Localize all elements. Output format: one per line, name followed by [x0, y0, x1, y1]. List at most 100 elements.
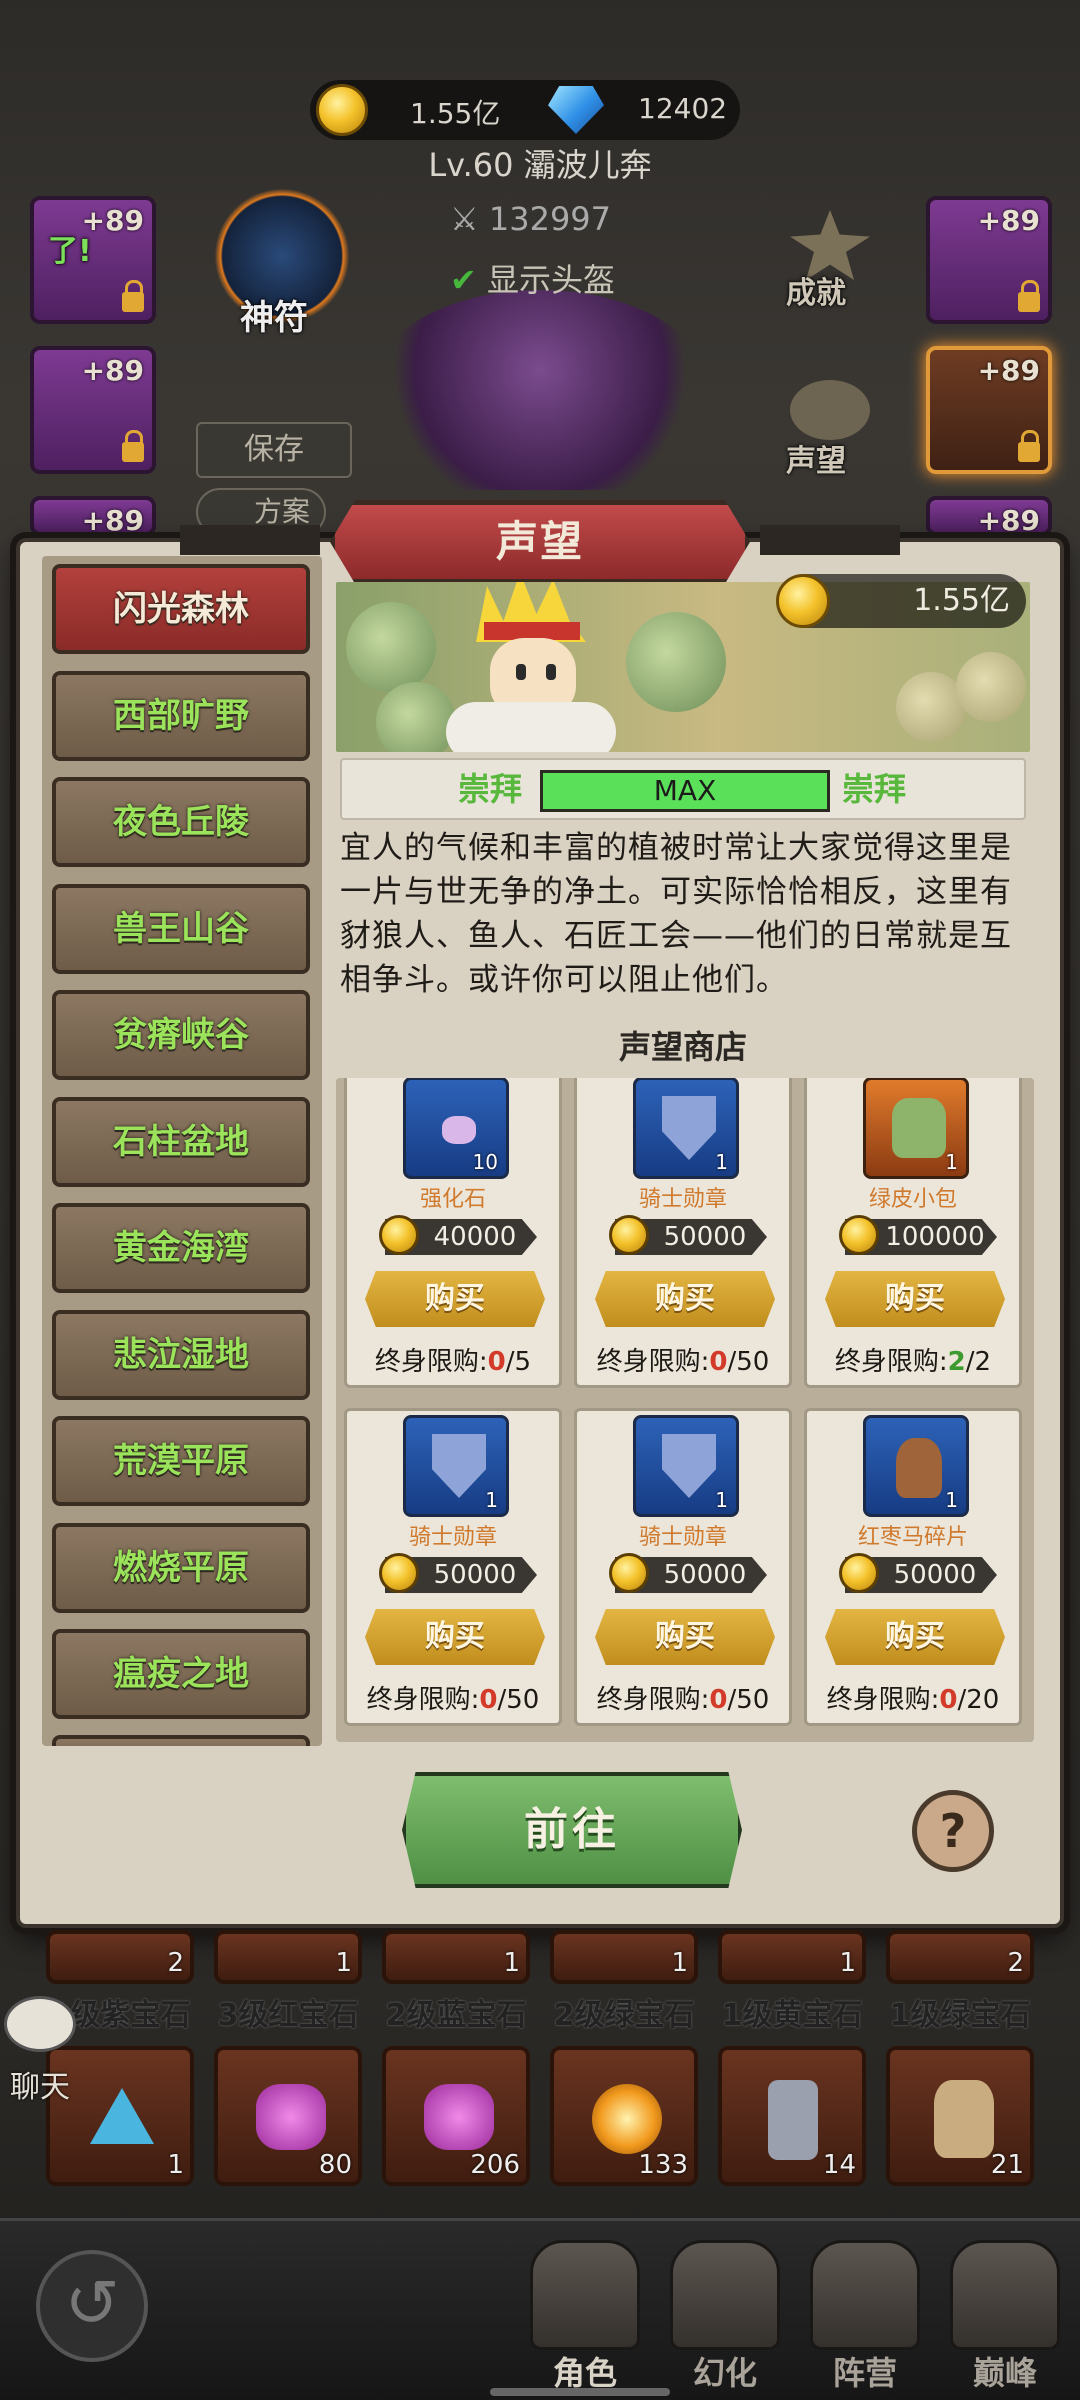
- region-item[interactable]: 黄金海湾: [52, 1203, 310, 1293]
- home-indicator: [490, 2388, 670, 2396]
- limit-prefix: 终身限购:: [596, 1685, 710, 1715]
- save-button[interactable]: 保存: [196, 422, 352, 478]
- reputation-current: 崇拜: [458, 770, 523, 808]
- equip-slot-weapon[interactable]: 了! +89: [30, 196, 156, 324]
- inventory-slot[interactable]: 1: [718, 1930, 866, 1984]
- purchase-limit: 终身限购:2/2: [807, 1341, 1019, 1378]
- inventory-slot[interactable]: 1: [550, 1930, 698, 1984]
- reputation-shop[interactable]: 10 强化石 40000 购买 终身限购:0/5 1 骑士勋章 50000 购买…: [336, 1078, 1034, 1742]
- item-count: 1: [945, 1488, 958, 1512]
- triangle-gem-icon: [90, 2088, 154, 2144]
- buy-button[interactable]: 购买: [825, 1271, 1005, 1327]
- inventory-slot[interactable]: 14: [718, 2046, 866, 2186]
- region-item[interactable]: 兽王山谷: [52, 884, 310, 974]
- help-button[interactable]: ?: [912, 1790, 994, 1872]
- nav-label: 巅峰: [972, 2354, 1037, 2392]
- slot-plus: +89: [977, 504, 1040, 537]
- lock-icon: [1018, 430, 1040, 462]
- shield-icon: 1: [403, 1415, 509, 1517]
- gold-coin-icon: [609, 1553, 649, 1593]
- region-item-partial[interactable]: [52, 1735, 310, 1746]
- inventory-slot[interactable]: 206: [382, 2046, 530, 2186]
- back-arrow-icon[interactable]: ↺: [36, 2250, 148, 2362]
- armor-piece-icon: [768, 2080, 818, 2160]
- equip-slot-ring[interactable]: +89: [30, 496, 156, 537]
- item-count: 2: [1007, 1948, 1024, 1978]
- slot-plus: +89: [81, 204, 144, 237]
- checkbox-icon: ✔: [450, 261, 477, 299]
- limit-prefix: 终身限购:: [374, 1347, 488, 1377]
- region-list[interactable]: 闪光森林 西部旷野 夜色丘陵 兽王山谷 贫瘠峡谷 石柱盆地 黄金海湾 悲泣湿地 …: [42, 556, 322, 1746]
- purchase-limit: 终身限购:0/50: [577, 1341, 789, 1378]
- limit-prefix: 终身限购:: [834, 1347, 948, 1377]
- item-name: 绿皮小包: [868, 1187, 957, 1212]
- bought-count: 0: [709, 1685, 728, 1715]
- region-item[interactable]: 西部旷野: [52, 671, 310, 761]
- goto-button[interactable]: 前往: [402, 1772, 742, 1888]
- item-name: 红枣马碎片: [857, 1525, 968, 1550]
- limit-total: /50: [727, 1685, 770, 1715]
- inventory-slot[interactable]: 21: [886, 2046, 1034, 2186]
- inventory-slot[interactable]: 2: [886, 1930, 1034, 1984]
- shop-item-card: 1 骑士勋章 50000 购买 终身限购:0/50: [344, 1408, 562, 1726]
- plan-label: 方案: [254, 495, 311, 528]
- equip-slot-legs[interactable]: +89: [926, 346, 1052, 474]
- region-item[interactable]: 荒漠平原: [52, 1416, 310, 1506]
- inventory-slot[interactable]: 2: [46, 1930, 194, 1984]
- bought-count: 0: [479, 1685, 498, 1715]
- region-item[interactable]: 燃烧平原: [52, 1523, 310, 1613]
- region-item[interactable]: 悲泣湿地: [52, 1310, 310, 1400]
- nav-tab-faction[interactable]: 阵营: [800, 2230, 930, 2400]
- power-value: ⚔ 132997: [450, 200, 612, 238]
- inventory-slot[interactable]: 133: [550, 2046, 698, 2186]
- power-number: 132997: [488, 200, 612, 238]
- buy-button[interactable]: 购买: [595, 1271, 775, 1327]
- purple-gem-icon: [256, 2084, 326, 2150]
- gold-coin-icon: [839, 1215, 879, 1255]
- equip-slot-necklace[interactable]: +89: [30, 346, 156, 474]
- bought-count: 0: [709, 1347, 728, 1377]
- slot-plus: +89: [977, 354, 1040, 387]
- nav-tab-peak[interactable]: 巅峰: [940, 2230, 1070, 2400]
- item-price: 50000: [893, 1560, 977, 1590]
- nav-tab-transmog[interactable]: 幻化: [660, 2230, 790, 2400]
- buy-button[interactable]: 购买: [595, 1609, 775, 1665]
- buy-button[interactable]: 购买: [365, 1609, 545, 1665]
- region-item-active[interactable]: 闪光森林: [52, 564, 310, 654]
- bought-count: 0: [939, 1685, 958, 1715]
- inventory-slot[interactable]: 80: [214, 2046, 362, 2186]
- item-price: 40000: [433, 1222, 517, 1252]
- item-count: 21: [990, 2150, 1024, 2180]
- nav-tab-character[interactable]: 角色: [520, 2230, 650, 2400]
- show-helmet-toggle[interactable]: ✔ 显示头盔: [450, 255, 615, 301]
- hero-model: [370, 290, 710, 490]
- show-helmet-label: 显示头盔: [486, 261, 615, 299]
- inventory-slot[interactable]: 1: [382, 1930, 530, 1984]
- buy-button[interactable]: 购买: [825, 1609, 1005, 1665]
- region-item[interactable]: 石柱盆地: [52, 1097, 310, 1187]
- helmet-icon: [530, 2240, 640, 2350]
- equip-slot-helmet[interactable]: +89: [926, 196, 1052, 324]
- gold-coin-icon: [776, 574, 830, 628]
- player-level-name: Lv.60 灞波儿奔: [428, 146, 652, 184]
- achievement-label: 成就: [786, 276, 846, 311]
- dialog-title: 声望: [495, 517, 584, 566]
- shop-item-card: 1 红枣马碎片 50000 购买 终身限购:0/20: [804, 1408, 1022, 1726]
- chat-button[interactable]: [4, 1996, 84, 2062]
- bag-icon: 1: [863, 1078, 969, 1179]
- item-count: 1: [335, 1948, 352, 1978]
- item-price: 50000: [433, 1560, 517, 1590]
- item-count: 1: [715, 1150, 728, 1174]
- region-item[interactable]: 瘟疫之地: [52, 1629, 310, 1719]
- reputation-icon[interactable]: [790, 380, 870, 440]
- region-item[interactable]: 夜色丘陵: [52, 777, 310, 867]
- inventory-slot[interactable]: 1: [214, 1930, 362, 1984]
- buy-button[interactable]: 购买: [365, 1271, 545, 1327]
- item-price: 50000: [663, 1560, 747, 1590]
- region-description: 宜人的气候和丰富的植被时常让大家觉得这里是一片与世无争的净土。可实际恰恰相反，这…: [340, 830, 1012, 998]
- item-name: 骑士勋章: [408, 1525, 497, 1550]
- equip-slot-boots[interactable]: +89: [926, 496, 1052, 537]
- item-count: 1: [945, 1150, 958, 1174]
- item-label: 3级红宝石: [217, 1998, 359, 2033]
- region-item[interactable]: 贫瘠峡谷: [52, 990, 310, 1080]
